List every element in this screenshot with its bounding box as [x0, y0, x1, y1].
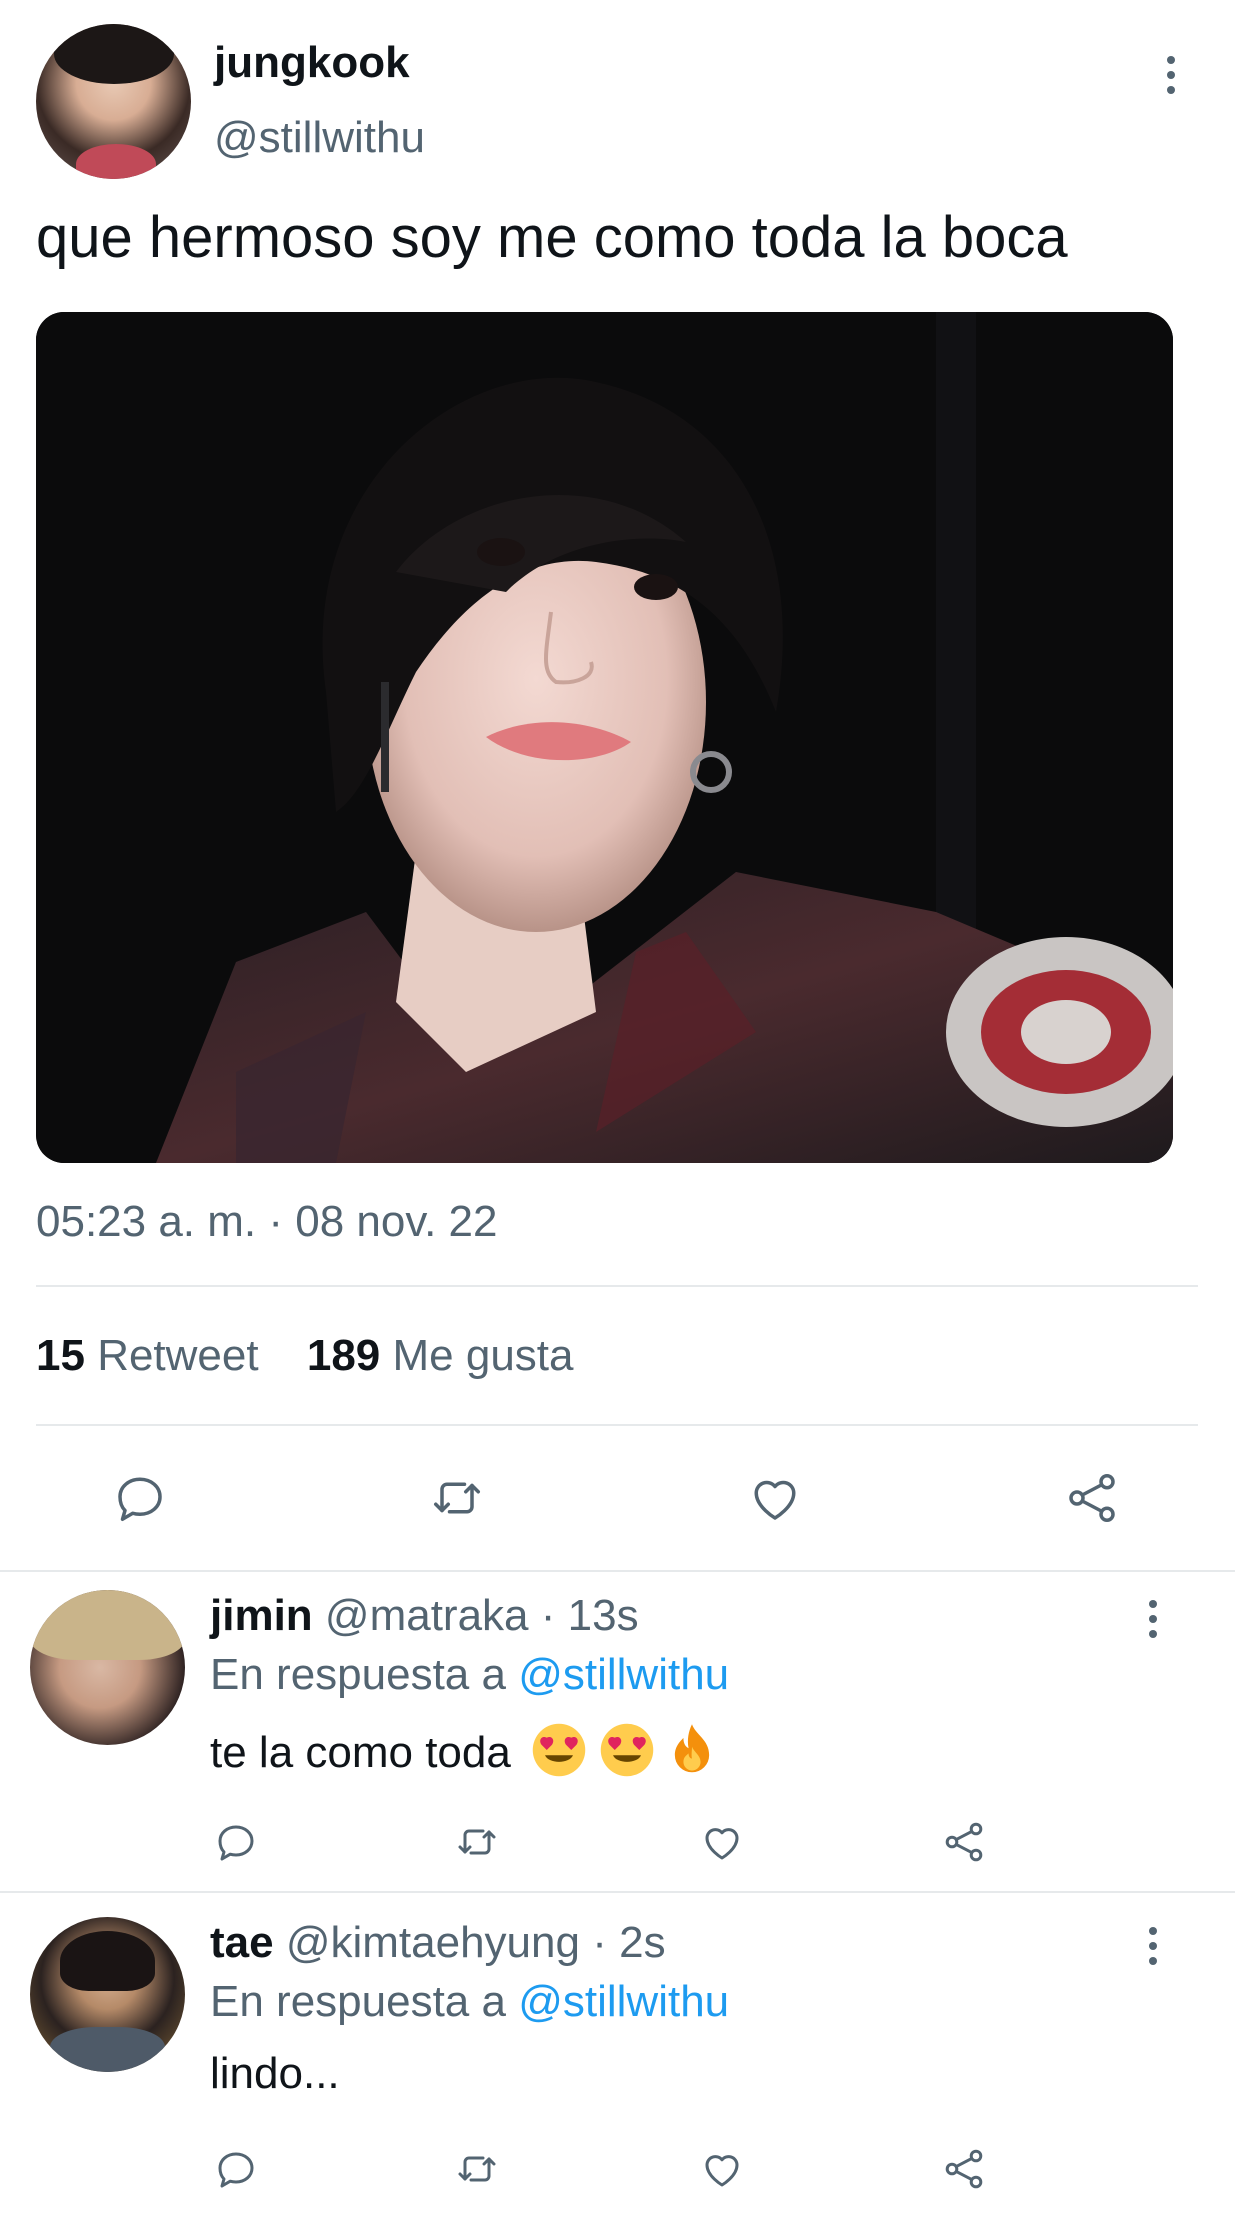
tweet-stats: 15 Retweet 189 Me gusta — [36, 1331, 573, 1381]
reply-author-handle[interactable]: @matraka — [325, 1591, 529, 1640]
reply-context-mention[interactable]: @stillwithu — [518, 1977, 729, 2026]
reply-header: tae @kimtaehyung · 2s — [210, 1918, 666, 1968]
reply-author-handle[interactable]: @kimtaehyung — [286, 1918, 580, 1967]
share-icon[interactable] — [938, 2145, 990, 2193]
reply-context: En respuesta a @stillwithu — [210, 1977, 729, 2027]
more-options-icon[interactable] — [1166, 56, 1176, 94]
like-icon[interactable] — [743, 1468, 807, 1528]
heart-eyes-emoji — [599, 1722, 655, 1789]
retweet-label: Retweet — [97, 1331, 259, 1380]
retweet-stat[interactable]: 15 Retweet — [36, 1331, 271, 1380]
divider-stats-top — [36, 1285, 1198, 1287]
reply-context-mention[interactable]: @stillwithu — [518, 1650, 729, 1699]
retweet-icon[interactable] — [450, 1818, 504, 1866]
more-options-icon[interactable] — [1148, 1927, 1158, 1965]
reply-time: · 2s — [592, 1918, 666, 1967]
reply-author-name[interactable]: jimin — [210, 1591, 313, 1640]
like-label: Me gusta — [392, 1331, 574, 1380]
reply-header: jimin @matraka · 13s — [210, 1591, 639, 1641]
like-count: 189 — [306, 1331, 381, 1380]
reply-context: En respuesta a @stillwithu — [210, 1650, 729, 1700]
retweet-icon[interactable] — [423, 1468, 491, 1528]
reply-text: lindo... — [210, 2049, 340, 2098]
author-handle[interactable]: @stillwithu — [214, 113, 425, 163]
reply-context-prefix: En respuesta a — [210, 1650, 506, 1699]
divider-replies-top — [0, 1570, 1235, 1572]
heart-eyes-emoji — [531, 1722, 587, 1789]
share-icon[interactable] — [1060, 1468, 1124, 1528]
like-icon[interactable] — [696, 2145, 748, 2193]
retweet-count: 15 — [36, 1331, 85, 1380]
reply-time: · 13s — [540, 1591, 639, 1640]
reply-author-name[interactable]: tae — [210, 1918, 274, 1967]
tweet-photo[interactable] — [36, 312, 1173, 1163]
tweet-text: que hermoso soy me como toda la boca — [36, 205, 1068, 270]
reply-context-prefix: En respuesta a — [210, 1977, 506, 2026]
reply-icon[interactable] — [210, 2145, 262, 2193]
like-icon[interactable] — [696, 1818, 748, 1866]
retweet-icon[interactable] — [450, 2145, 504, 2193]
divider-stats-bottom — [36, 1424, 1198, 1426]
reply-text: te la como toda — [210, 1728, 511, 1778]
fire-emoji — [668, 1722, 716, 1789]
author-name[interactable]: jungkook — [214, 38, 410, 88]
reply-avatar[interactable] — [30, 1590, 185, 1745]
author-avatar[interactable] — [36, 24, 191, 179]
more-options-icon[interactable] — [1148, 1600, 1158, 1638]
reply-avatar[interactable] — [30, 1917, 185, 2072]
reply-icon[interactable] — [108, 1468, 172, 1528]
tweet-timestamp: 05:23 a. m. · 08 nov. 22 — [36, 1197, 498, 1246]
divider-replies — [0, 1891, 1235, 1893]
like-stat[interactable]: 189 Me gusta — [307, 1331, 574, 1380]
reply-icon[interactable] — [210, 1818, 262, 1866]
reply-text-row: te la como toda — [210, 1722, 716, 1789]
share-icon[interactable] — [938, 1818, 990, 1866]
